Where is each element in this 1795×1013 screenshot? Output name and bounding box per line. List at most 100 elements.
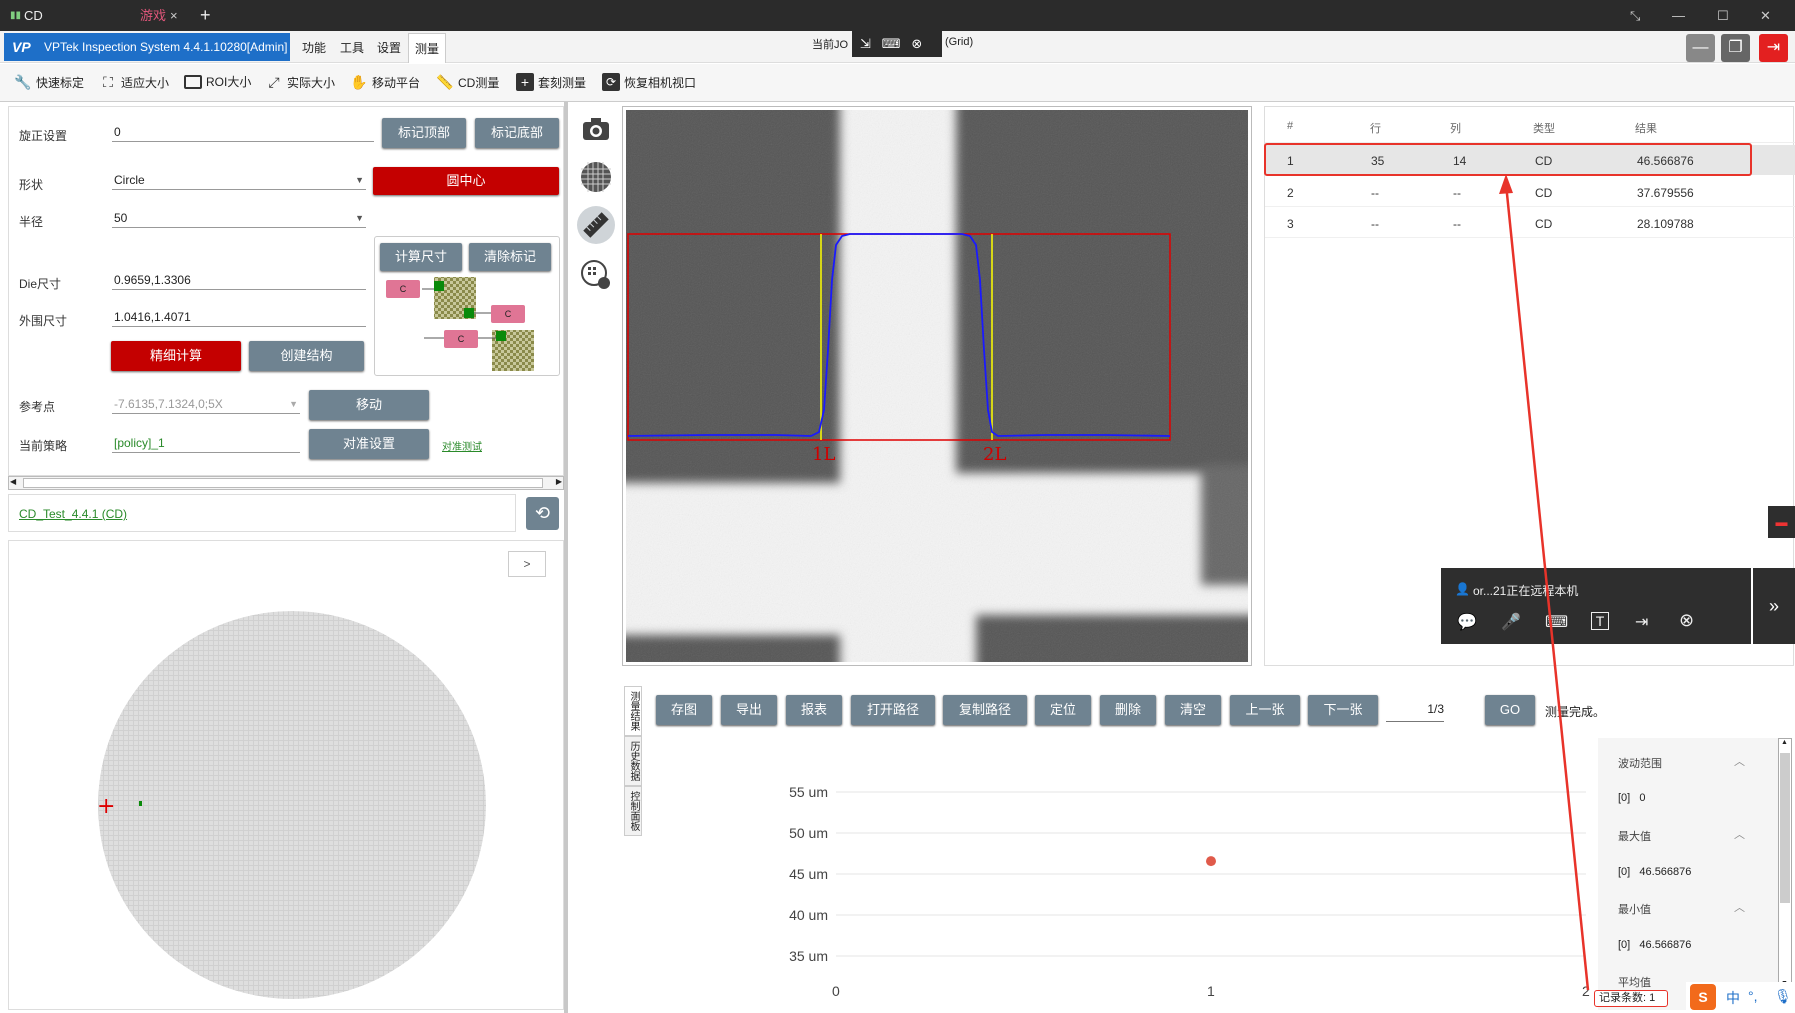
horizontal-scrollbar[interactable]: ◀ ▶ <box>8 476 564 490</box>
cd-measure-button[interactable]: 📏 CD测量 <box>436 73 499 91</box>
calc-size-button[interactable]: 计算尺寸 <box>380 243 462 271</box>
app-restore-button[interactable]: ❐ <box>1721 34 1750 62</box>
mark-bottom-button[interactable]: 标记底部 <box>475 118 559 148</box>
close-window-icon[interactable]: ✕ <box>1760 0 1771 31</box>
die-marker <box>139 801 142 806</box>
fullscreen-icon[interactable]: ⤡ <box>1630 0 1640 31</box>
cell: 14 <box>1453 154 1467 168</box>
chevron-up-icon[interactable]: ︿ <box>1734 753 1745 769</box>
table-header: # 行 列 类型 结果 <box>1265 107 1795 143</box>
close-circle-icon[interactable]: ⊗ <box>911 36 922 51</box>
move-button[interactable]: 移动 <box>309 390 429 420</box>
copy-path-button[interactable]: 复制路径 <box>943 695 1027 725</box>
rotate-input[interactable]: 0 <box>112 122 374 142</box>
scroll-left-icon[interactable]: ◀ <box>10 477 16 486</box>
measure-tool-icon[interactable] <box>577 206 615 244</box>
die-size-input[interactable]: 0.9659,1.3306 <box>112 270 366 290</box>
folder-transfer-icon[interactable]: ⇥ <box>1635 612 1648 632</box>
wafer-map[interactable]: + <box>9 541 565 1011</box>
inspection-image[interactable]: 1L 2L <box>626 110 1248 662</box>
go-button[interactable]: GO <box>1485 695 1535 725</box>
chinese-mode-icon[interactable]: 中 <box>1726 988 1740 1008</box>
grid-label: (Grid) <box>945 36 974 48</box>
locate-button[interactable]: 定位 <box>1035 695 1091 725</box>
align-test-link[interactable]: 对准测试 <box>442 438 482 453</box>
splitter[interactable] <box>564 102 568 1013</box>
restore-camera-view-button[interactable]: ⟳ 恢复相机视口 <box>602 73 696 91</box>
new-tab-icon[interactable]: + <box>200 0 211 31</box>
chevron-up-icon[interactable]: ︿ <box>1734 826 1745 842</box>
actual-size-button[interactable]: ⤢ 实际大小 <box>265 73 335 91</box>
scroll-thumb[interactable] <box>23 478 543 488</box>
refresh-recipe-icon[interactable]: ⟲ <box>526 497 559 530</box>
cursor-icon[interactable]: ⇲ <box>860 36 871 51</box>
punctuation-icon[interactable]: °, <box>1748 988 1758 1004</box>
create-structure-button[interactable]: 创建结构 <box>249 341 364 371</box>
grid-icon[interactable] <box>577 158 615 196</box>
table-row[interactable]: 3 -- -- CD 28.109788 <box>1265 208 1795 238</box>
sogou-icon[interactable]: S <box>1690 984 1716 1010</box>
remote-tab-game[interactable]: 游戏 <box>140 0 166 31</box>
menu-settings[interactable]: 设置 <box>377 39 401 56</box>
shape-select[interactable]: Circle ▼ <box>112 170 366 190</box>
clear-button[interactable]: 清空 <box>1165 695 1221 725</box>
menu-measure[interactable]: 测量 <box>408 33 447 63</box>
roi-size-button[interactable]: ROI大小 <box>184 73 251 90</box>
tab-history[interactable]: 历史数据 <box>624 736 642 786</box>
report-button[interactable]: 报表 <box>786 695 842 725</box>
save-image-button[interactable]: 存图 <box>656 695 712 725</box>
voice-icon[interactable]: 🎙 <box>1774 988 1792 1005</box>
close-tab-icon[interactable]: × <box>170 0 178 31</box>
table-row[interactable]: 1 35 14 CD 46.566876 <box>1265 145 1795 175</box>
quick-calibrate-button[interactable]: 🔧 快速标定 <box>14 73 84 91</box>
collapse-popup-icon[interactable]: » <box>1753 568 1795 644</box>
previous-button[interactable]: 上一张 <box>1230 695 1300 725</box>
tab-measure-results[interactable]: 测量结果 <box>624 686 642 736</box>
maximize-icon[interactable]: ☐ <box>1717 0 1729 31</box>
camera-icon[interactable] <box>577 110 615 148</box>
chat-icon[interactable]: 💬 <box>1457 612 1477 632</box>
remote-popup: 👤 or...21正在远程本机 💬 🎤 ⌨ T ⇥ ⊗ <box>1441 568 1751 644</box>
page-indicator[interactable]: 1/3 <box>1386 702 1444 722</box>
fit-size-button[interactable]: ⛶ 适应大小 <box>99 73 169 91</box>
gamepad-icon[interactable]: ⌨ <box>1545 612 1568 632</box>
data-point[interactable] <box>1206 856 1216 867</box>
fine-calc-button[interactable]: 精细计算 <box>111 341 241 371</box>
chevron-up-icon[interactable]: ︿ <box>1734 899 1745 915</box>
remote-tab-cd[interactable]: CD <box>24 0 43 31</box>
outer-size-input[interactable]: 1.0416,1.4071 <box>112 307 366 327</box>
menu-tools[interactable]: 工具 <box>340 39 364 56</box>
cell: CD <box>1535 217 1553 231</box>
keyboard-icon[interactable]: ⌨ <box>882 36 901 51</box>
mark-top-button[interactable]: 标记顶部 <box>382 118 466 148</box>
side-folder-icon[interactable]: ▬ <box>1768 506 1795 538</box>
policy-input[interactable]: [policy]_1 <box>112 433 300 453</box>
ref-point-select[interactable]: -7.6135,7.1324,0;5X ▼ <box>112 394 300 414</box>
export-button[interactable]: 导出 <box>721 695 777 725</box>
circle-center-button[interactable]: 圆中心 <box>373 167 559 195</box>
tab-control-panel[interactable]: 控制面板 <box>624 786 642 836</box>
scroll-up-icon[interactable]: ▲ <box>1781 739 1788 746</box>
minimize-icon[interactable]: — <box>1672 0 1685 31</box>
move-stage-button[interactable]: ✋ 移动平台 <box>350 73 420 91</box>
clear-mark-button[interactable]: 清除标记 <box>469 243 551 271</box>
microphone-icon[interactable]: 🎤 <box>1501 612 1521 632</box>
delete-button[interactable]: 删除 <box>1100 695 1156 725</box>
record-count: 记录条数: 1 <box>1594 990 1668 1007</box>
wafer-settings-icon[interactable] <box>577 256 615 294</box>
overlay-measure-button[interactable]: + 套刻测量 <box>516 73 586 91</box>
next-button[interactable]: 下一张 <box>1308 695 1378 725</box>
close-circle-icon[interactable]: ⊗ <box>1679 610 1694 631</box>
app-exit-button[interactable]: ⇥ <box>1759 34 1788 62</box>
menu-function[interactable]: 功能 <box>302 39 326 56</box>
open-path-button[interactable]: 打开路径 <box>851 695 935 725</box>
scroll-right-icon[interactable]: ▶ <box>556 477 562 486</box>
scroll-thumb[interactable] <box>1780 753 1790 903</box>
recipe-link[interactable]: CD_Test_4.4.1 (CD) <box>19 507 127 521</box>
app-minimize-button[interactable]: — <box>1686 34 1715 62</box>
radius-select[interactable]: 50 ▼ <box>112 208 366 228</box>
align-settings-button[interactable]: 对准设置 <box>309 429 429 459</box>
text-icon[interactable]: T <box>1591 612 1609 630</box>
stats-scrollbar[interactable]: ▲ ▼ <box>1778 738 1792 988</box>
table-row[interactable]: 2 -- -- CD 37.679556 <box>1265 177 1795 207</box>
